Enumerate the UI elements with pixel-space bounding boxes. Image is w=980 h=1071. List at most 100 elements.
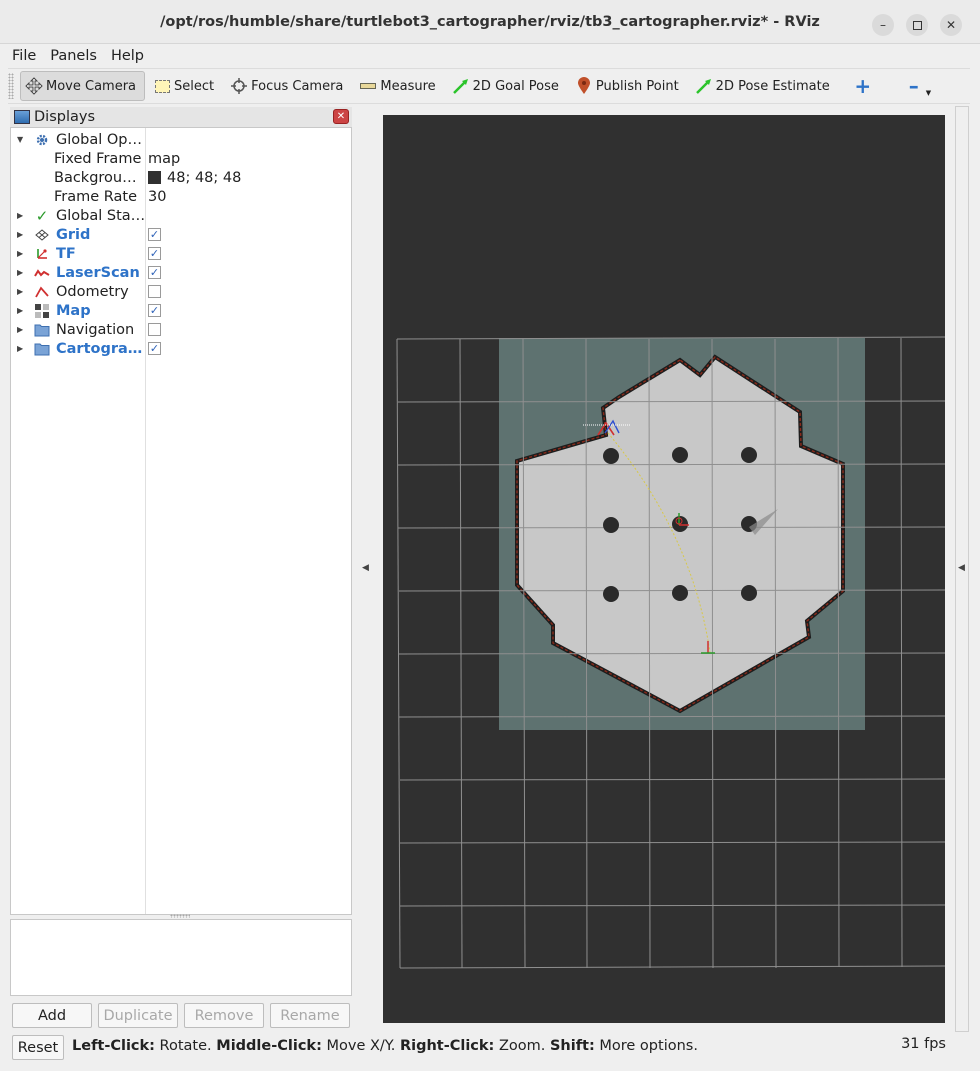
tree-row-label: Global Op…	[56, 131, 142, 148]
goal-pose-arrow-icon	[452, 77, 470, 95]
maximize-icon	[912, 20, 922, 30]
tree-row-laserscan[interactable]: ▶ LaserScan ✓	[11, 263, 351, 282]
laserscan-enabled-checkbox[interactable]: ✓	[148, 266, 161, 279]
displays-panel-header: Displays ✕	[10, 107, 352, 127]
checkbox-checked[interactable]: ✓	[148, 304, 161, 317]
publish-point-tool[interactable]: Publish Point	[571, 71, 687, 101]
close-icon: ✕	[336, 111, 346, 122]
maximize-button[interactable]	[906, 14, 928, 36]
title-bar: /opt/ros/humble/share/turtlebot3_cartogr…	[0, 0, 980, 44]
remove-button[interactable]: Remove	[184, 1003, 264, 1028]
color-swatch	[148, 171, 161, 184]
toolbar: Move Camera Select Focus Camera Measure …	[8, 68, 970, 104]
grid-enabled-checkbox[interactable]: ✓	[148, 228, 161, 241]
focus-camera-icon	[230, 77, 248, 95]
navigation-enabled-checkbox[interactable]	[148, 323, 161, 336]
expand-arrow-icon[interactable]: ▼	[17, 135, 25, 144]
measure-icon	[359, 77, 377, 95]
tree-row-label: Map	[56, 302, 91, 319]
remove-tool-button[interactable]: – ▼	[901, 71, 939, 101]
checkbox-checked[interactable]: ✓	[148, 342, 161, 355]
panel-resize-handle[interactable]	[170, 914, 190, 918]
odometry-enabled-checkbox[interactable]	[148, 285, 161, 298]
tf-icon	[34, 246, 50, 262]
close-icon: ✕	[945, 18, 957, 32]
tree-row-label: Navigation	[56, 321, 135, 338]
property-label: Fixed Frame	[54, 150, 142, 167]
measure-label: Measure	[380, 78, 436, 94]
right-dock-area[interactable]: ◀	[955, 106, 969, 1032]
collapse-arrow-icon[interactable]: ▶	[17, 211, 25, 220]
tree-row-background-color[interactable]: Backgrou… 48; 48; 48	[11, 168, 351, 187]
expand-right-panel-icon[interactable]: ◀	[958, 563, 965, 573]
displays-panel-title: Displays	[34, 109, 96, 125]
checkbox-checked[interactable]: ✓	[148, 266, 161, 279]
tree-row-label: TF	[56, 245, 76, 262]
collapse-arrow-icon[interactable]: ▶	[17, 306, 25, 315]
status-bar: Reset Left-Click: Rotate. Middle-Click: …	[0, 1032, 980, 1062]
property-label: Frame Rate	[54, 188, 138, 205]
window-title: /opt/ros/humble/share/turtlebot3_cartogr…	[160, 13, 820, 30]
collapse-arrow-icon[interactable]: ▶	[17, 230, 25, 239]
collapse-left-panel-icon[interactable]: ◀	[362, 563, 369, 573]
checkbox-unchecked[interactable]	[148, 285, 161, 298]
frame-rate-value[interactable]: 30	[148, 189, 166, 205]
tree-row-global-status[interactable]: ▶ ✓ Global Sta…	[11, 206, 351, 225]
tree-row-fixed-frame[interactable]: Fixed Frame map	[11, 149, 351, 168]
menu-file[interactable]: File	[12, 48, 36, 64]
hint-key: Shift:	[549, 1038, 595, 1054]
focus-camera-label: Focus Camera	[251, 78, 344, 94]
tree-row-grid[interactable]: ▶ Grid ✓	[11, 225, 351, 244]
cartographer-enabled-checkbox[interactable]: ✓	[148, 342, 161, 355]
3d-viewport[interactable]	[383, 115, 945, 1023]
fixed-frame-value[interactable]: map	[148, 151, 180, 167]
tree-row-label: Cartogra…	[56, 340, 143, 357]
hint-action: More options.	[594, 1038, 698, 1054]
map-enabled-checkbox[interactable]: ✓	[148, 304, 161, 317]
goal-pose-tool[interactable]: 2D Goal Pose	[448, 71, 567, 101]
reset-button[interactable]: Reset	[12, 1035, 64, 1060]
tree-row-label: Global Sta…	[56, 207, 144, 224]
rename-button[interactable]: Rename	[270, 1003, 350, 1028]
background-color-value[interactable]: 48; 48; 48	[148, 170, 241, 186]
map-icon	[34, 303, 50, 319]
hint-key: Middle-Click:	[216, 1038, 322, 1054]
laserscan-icon	[34, 265, 50, 281]
map-pin-icon	[575, 77, 593, 95]
checkbox-unchecked[interactable]	[148, 323, 161, 336]
tree-row-navigation[interactable]: ▶ Navigation	[11, 320, 351, 339]
pose-estimate-tool[interactable]: 2D Pose Estimate	[691, 71, 838, 101]
add-tool-button[interactable]: +	[850, 71, 883, 101]
minimize-button[interactable]: –	[872, 14, 894, 36]
close-button[interactable]: ✕	[940, 14, 962, 36]
collapse-arrow-icon[interactable]: ▶	[17, 325, 25, 334]
checkbox-checked[interactable]: ✓	[148, 247, 161, 260]
hint-action: Rotate.	[154, 1038, 217, 1054]
tree-row-odometry[interactable]: ▶ Odometry	[11, 282, 351, 301]
displays-close-button[interactable]: ✕	[333, 109, 349, 124]
pose-estimate-arrow-icon	[695, 77, 713, 95]
add-button[interactable]: Add	[12, 1003, 92, 1028]
duplicate-button[interactable]: Duplicate	[98, 1003, 178, 1028]
tree-row-map[interactable]: ▶ Map ✓	[11, 301, 351, 320]
hint-key: Left-Click:	[72, 1038, 155, 1054]
tree-row-tf[interactable]: ▶ TF ✓	[11, 244, 351, 263]
select-tool[interactable]: Select	[149, 71, 222, 101]
collapse-arrow-icon[interactable]: ▶	[17, 344, 25, 353]
toolbar-grip[interactable]	[8, 73, 14, 99]
tree-row-label: Grid	[56, 226, 91, 243]
menu-panels[interactable]: Panels	[50, 48, 97, 64]
tree-row-global-options[interactable]: ▼ Global Op…	[11, 130, 351, 149]
hint-action: Move X/Y.	[321, 1038, 400, 1054]
focus-camera-tool[interactable]: Focus Camera	[226, 71, 351, 101]
collapse-arrow-icon[interactable]: ▶	[17, 287, 25, 296]
measure-tool[interactable]: Measure	[355, 71, 443, 101]
tree-row-cartographer[interactable]: ▶ Cartogra… ✓	[11, 339, 351, 358]
tree-row-frame-rate[interactable]: Frame Rate 30	[11, 187, 351, 206]
tf-enabled-checkbox[interactable]: ✓	[148, 247, 161, 260]
collapse-arrow-icon[interactable]: ▶	[17, 249, 25, 258]
move-camera-tool[interactable]: Move Camera	[20, 71, 146, 101]
collapse-arrow-icon[interactable]: ▶	[17, 268, 25, 277]
menu-help[interactable]: Help	[111, 48, 144, 64]
checkbox-checked[interactable]: ✓	[148, 228, 161, 241]
